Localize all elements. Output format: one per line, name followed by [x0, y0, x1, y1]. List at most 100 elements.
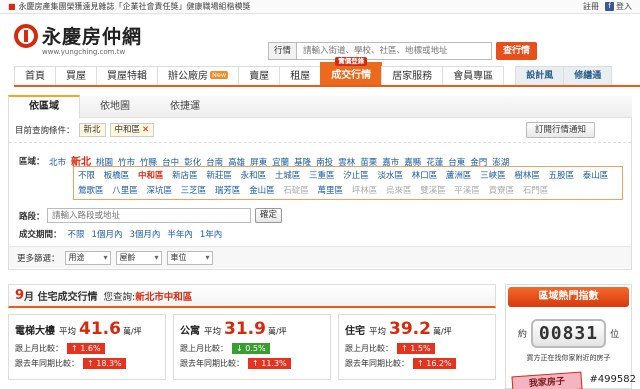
price-unit: 萬/坪	[267, 327, 287, 336]
filter-panel: 目前查詢條件： 新北 中和區 ✕ 訂閱行情通知 區域： 北市 新北 桃園 竹市 竹縣 台中彰…	[8, 118, 632, 270]
yoy-change-badge: ↑ 11.3%	[248, 358, 291, 369]
nav-sell[interactable]: 賣屋	[238, 66, 281, 85]
nav-buy-special[interactable]: 買屋特輯	[96, 66, 158, 85]
property-type: 公寓	[180, 326, 200, 337]
search-scope-label[interactable]: 行情	[268, 42, 297, 60]
facebook-icon: f	[605, 2, 614, 11]
mom-change-badge: ↓ 0.5%	[232, 343, 270, 354]
district-option[interactable]: 土城區	[275, 171, 301, 181]
period-label: 成交期間：	[19, 230, 62, 240]
logo[interactable]: 永慶房仲網	[14, 22, 142, 49]
nav-office[interactable]: 辦公廠房 New	[157, 66, 240, 85]
district-option[interactable]: 新莊區	[206, 171, 232, 181]
period-option[interactable]: 1年內	[200, 230, 222, 240]
district-option[interactable]: 五股區	[549, 171, 575, 181]
mom-line: 跟上月比較： ↑ 1.6%	[15, 343, 159, 354]
news-link[interactable]: 永慶房產集團榮獲遠見雜誌「企業社會責任獎」健康職場組楷模獎	[19, 1, 251, 12]
district-option[interactable]: 新店區	[172, 171, 198, 181]
district-option[interactable]: 平溪區	[454, 186, 480, 196]
price-card-title: 住宅 平均 39.2 萬/坪	[345, 319, 489, 339]
district-option[interactable]: 汐止區	[343, 171, 369, 181]
district-option[interactable]: 瑞芳區	[215, 186, 241, 196]
price-month: 9	[15, 288, 25, 303]
search-bar: 行情 查行情	[268, 42, 538, 60]
nav-buy[interactable]: 買屋	[55, 66, 97, 85]
search-input[interactable]	[296, 42, 493, 60]
hot-index-caption: 買方正在找你家附近的房子	[526, 354, 611, 362]
remove-chip-icon[interactable]: ✕	[142, 125, 149, 135]
district-option[interactable]: 永和區	[241, 171, 267, 181]
district-option[interactable]: 坪林區	[352, 186, 378, 196]
district-option[interactable]: 貢寮區	[489, 186, 515, 196]
usage-select[interactable]: 用途	[64, 250, 111, 265]
hot-index-suffix: 位	[610, 330, 620, 340]
district-option[interactable]: 八里區	[112, 186, 138, 196]
nav-rent[interactable]: 租屋	[279, 66, 322, 85]
city-option[interactable]: 北市	[49, 158, 66, 168]
avg-label: 平均	[369, 327, 387, 337]
price-card: 住宅 平均 39.2 萬/坪 跟上月比較： ↑ 1.5% 跟去年同期比較： ↑ 16.2%	[338, 314, 496, 380]
parking-select[interactable]: 車位	[166, 250, 213, 265]
district-option[interactable]: 萬里區	[318, 186, 344, 196]
period-option[interactable]: 不限	[68, 230, 85, 240]
period-option[interactable]: 半年內	[167, 230, 193, 240]
nav-member[interactable]: 會員專區	[442, 66, 505, 85]
more-filters-label: 更多篩選：	[17, 253, 60, 264]
condition-chip-district[interactable]: 中和區 ✕	[109, 123, 155, 137]
district-option[interactable]: 金山區	[249, 186, 275, 196]
district-option[interactable]: 林口區	[412, 171, 438, 181]
yoy-change-badge: ↑ 18.3%	[83, 358, 126, 369]
property-type: 住宅	[345, 326, 365, 337]
tab-by-mrt[interactable]: 依捷運	[150, 96, 220, 117]
mom-label: 跟上月比較：	[180, 344, 228, 353]
price-card-title: 公寓 平均 31.9 萬/坪	[180, 319, 324, 339]
road-input[interactable]	[47, 208, 251, 223]
district-option[interactable]: 石碇區	[283, 186, 309, 196]
district-option[interactable]: 淡水區	[377, 171, 403, 181]
tab-by-region[interactable]: 依區域	[8, 95, 80, 119]
yoy-label: 跟去年同期比較：	[180, 359, 244, 368]
district-option[interactable]: 雙溪區	[420, 186, 446, 196]
promo-banner[interactable]: 我家房子	[511, 371, 583, 389]
district-option[interactable]: 三重區	[309, 171, 335, 181]
period-option[interactable]: 3個月內	[129, 230, 160, 240]
hot-index-title: 區域熱門指數	[508, 287, 629, 307]
district-option[interactable]: 三芝區	[181, 186, 207, 196]
district-option[interactable]: 中和區	[138, 171, 164, 181]
period-option[interactable]: 1個月內	[92, 230, 123, 240]
current-conditions: 目前查詢條件： 新北 中和區 ✕ 訂閱行情通知	[9, 118, 631, 143]
login-link[interactable]: f 登入	[605, 1, 632, 12]
nav-home[interactable]: 首頁	[14, 66, 56, 85]
brand-name: 永慶房仲網	[42, 26, 143, 48]
district-option[interactable]: 烏來區	[386, 186, 412, 196]
nav-transactions[interactable]: 實價登錄 成交行情	[320, 57, 383, 85]
query-summary: 您查詢:新北市中和區	[103, 291, 193, 303]
property-type: 電梯大樓	[15, 326, 55, 337]
nav-repair[interactable]: 修繕通	[563, 66, 613, 85]
nav-design[interactable]: 設計風	[515, 66, 565, 85]
nav-home-services[interactable]: 居家服務	[381, 66, 444, 85]
district-option[interactable]: 蘆洲區	[446, 171, 472, 181]
avg-price: 41.6	[79, 319, 121, 339]
district-option[interactable]: 鶯歌區	[78, 186, 104, 196]
district-list: 不限 板橋區 中和區 新店區 新莊區 永和區 土城區 三重區 汐止區 淡水區 林…	[73, 166, 623, 200]
price-section-header: 9 月 住宅成交行情 您查詢:新北市中和區	[8, 284, 496, 308]
mom-change-badge: ↑ 1.6%	[67, 343, 105, 354]
register-link[interactable]: 註冊	[583, 1, 599, 12]
tab-by-map[interactable]: 依地圖	[80, 96, 150, 117]
district-option[interactable]: 泰山區	[583, 171, 609, 181]
subscribe-notify-button[interactable]: 訂閱行情通知	[525, 122, 595, 138]
search-tabs: 依區域 依地圖 依捷運	[8, 95, 632, 119]
district-option[interactable]: 樹林區	[514, 171, 540, 181]
district-option[interactable]: 不限	[78, 171, 95, 181]
road-confirm-button[interactable]: 確定	[255, 208, 283, 223]
header: 永慶房仲網 www.yungching.com.tw 行情 查行情	[0, 14, 640, 64]
condition-chip-city[interactable]: 新北	[78, 123, 106, 137]
district-option[interactable]: 石門區	[523, 186, 549, 196]
district-option[interactable]: 深坑區	[146, 186, 172, 196]
news-icon: ■	[8, 2, 16, 11]
district-option[interactable]: 板橋區	[104, 171, 130, 181]
district-option[interactable]: 三峽區	[480, 171, 506, 181]
search-button[interactable]: 查行情	[496, 42, 538, 60]
age-select[interactable]: 屋齡	[115, 250, 162, 265]
